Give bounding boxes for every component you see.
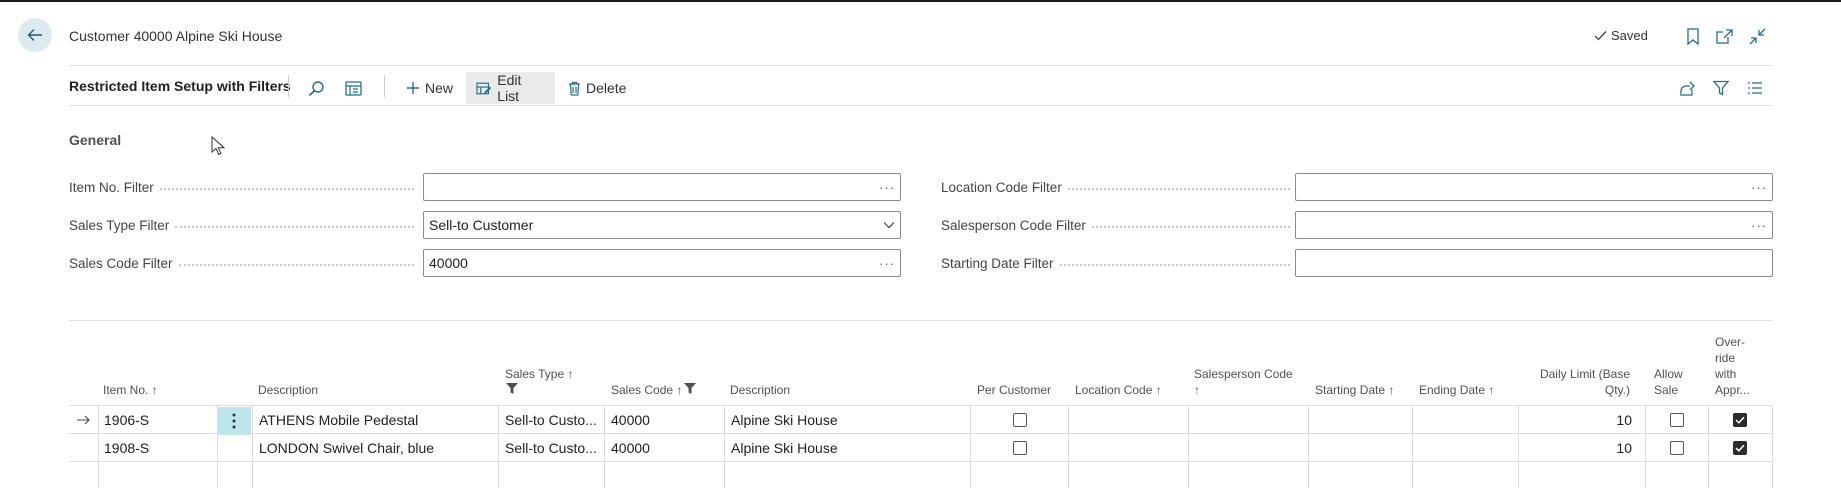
cell-sales-type[interactable]: Sell-to Custo... — [505, 434, 603, 462]
action-separator — [384, 75, 385, 97]
item-no-filter-label: Item No. Filter — [69, 178, 414, 196]
arrow-right-icon — [76, 415, 90, 424]
sales-code-filter-input[interactable]: 40000 ··· — [423, 249, 901, 277]
lookup-ellipsis-icon[interactable]: ··· — [1751, 218, 1767, 233]
lookup-ellipsis-icon[interactable]: ··· — [879, 256, 895, 271]
page-caption: Customer 40000 Alpine Ski House — [69, 28, 283, 44]
check-icon — [1735, 444, 1745, 452]
sales-type-filter-select[interactable]: Sell-to Customer — [423, 211, 901, 239]
check-icon — [1735, 416, 1745, 424]
action-separator — [288, 75, 289, 97]
cell-item-no[interactable]: 1906-S — [104, 406, 214, 434]
cell-description-2[interactable]: Alpine Ski House — [731, 434, 967, 462]
item-no-filter-input[interactable]: ··· — [423, 173, 901, 201]
header-divider — [69, 65, 1773, 66]
actionbar-divider — [69, 105, 1773, 106]
edit-list-icon — [476, 82, 492, 94]
column-filter-icon — [506, 383, 518, 394]
section-divider — [69, 320, 1773, 321]
filter-button[interactable] — [1709, 76, 1733, 100]
new-button-label: New — [425, 80, 454, 96]
delete-button-label: Delete — [586, 80, 627, 96]
collapse-icon — [1749, 28, 1765, 44]
check-icon — [1594, 31, 1607, 41]
share-icon — [1679, 81, 1695, 96]
delete-button[interactable]: Delete — [558, 72, 636, 104]
list-icon — [1748, 82, 1762, 94]
col-header-daily-limit[interactable]: Daily Limit (Base Qty.) — [1520, 366, 1630, 398]
list-options-button[interactable] — [1743, 76, 1767, 100]
lookup-ellipsis-icon[interactable]: ··· — [1751, 180, 1767, 195]
col-header-sales-type[interactable]: Sales Type ↑ — [505, 366, 573, 382]
back-button[interactable] — [18, 18, 52, 52]
cell-item-no[interactable]: 1908-S — [104, 434, 214, 462]
cell-sales-code[interactable]: 40000 — [611, 434, 721, 462]
starting-date-filter-label: Starting Date Filter — [941, 254, 1290, 272]
cell-sales-code[interactable]: 40000 — [611, 406, 721, 434]
trash-icon — [569, 81, 580, 96]
col-header-allow-sale[interactable]: Allow Sale — [1654, 366, 1683, 398]
bookmark-icon — [1687, 27, 1699, 45]
override-checkbox[interactable] — [1733, 441, 1747, 455]
lookup-ellipsis-icon[interactable]: ··· — [879, 180, 895, 195]
col-header-description-2[interactable]: Description — [730, 382, 790, 398]
edit-list-label: Edit List — [497, 72, 522, 104]
share-button[interactable] — [1675, 76, 1699, 100]
location-code-filter-label: Location Code Filter — [941, 178, 1290, 196]
cell-description[interactable]: ATHENS Mobile Pedestal — [259, 406, 495, 434]
table-row-new[interactable] — [69, 462, 1773, 488]
saved-status: Saved — [1594, 28, 1648, 43]
col-header-description[interactable]: Description — [258, 382, 318, 398]
mouse-cursor-icon — [211, 136, 225, 156]
section-title-general[interactable]: General — [69, 132, 121, 148]
override-checkbox[interactable] — [1733, 413, 1747, 427]
search-button[interactable] — [304, 76, 328, 100]
show-as-list-button[interactable] — [341, 76, 365, 100]
per-customer-checkbox[interactable] — [1013, 413, 1027, 427]
location-code-filter-input[interactable]: ··· — [1295, 173, 1773, 201]
col-header-sales-code[interactable]: Sales Code ↑ — [611, 382, 682, 398]
open-new-window-icon — [1715, 28, 1733, 44]
search-icon — [308, 80, 324, 96]
more-vertical-icon — [232, 413, 236, 429]
col-header-starting-date[interactable]: Starting Date ↑ — [1315, 382, 1394, 398]
chevron-down-icon — [883, 222, 895, 229]
sales-code-filter-label: Sales Code Filter — [69, 254, 414, 272]
new-button[interactable]: New — [396, 72, 463, 104]
bookmark-button[interactable] — [1683, 26, 1703, 46]
per-customer-checkbox[interactable] — [1013, 441, 1027, 455]
col-header-override[interactable]: Over- ride with Appr... — [1715, 334, 1750, 398]
salesperson-code-filter-input[interactable]: ··· — [1295, 211, 1773, 239]
cell-daily-limit[interactable]: 10 — [1520, 434, 1632, 462]
filter-icon — [1713, 80, 1729, 96]
back-arrow-icon — [27, 29, 42, 41]
cell-description[interactable]: LONDON Swivel Chair, blue — [259, 434, 495, 462]
sales-type-filter-label: Sales Type Filter — [69, 216, 414, 234]
current-row-indicator — [69, 406, 98, 433]
open-new-window-button[interactable] — [1714, 26, 1734, 46]
allow-sale-checkbox[interactable] — [1670, 441, 1684, 455]
collapse-button[interactable] — [1747, 26, 1767, 46]
saved-label: Saved — [1611, 28, 1648, 43]
plus-icon — [407, 82, 419, 94]
list-view-icon — [344, 80, 362, 96]
page-title: Restricted Item Setup with Filters — [69, 78, 291, 94]
col-header-ending-date[interactable]: Ending Date ↑ — [1419, 382, 1494, 398]
cell-daily-limit[interactable]: 10 — [1520, 406, 1632, 434]
salesperson-code-filter-label: Salesperson Code Filter — [941, 216, 1290, 234]
allow-sale-checkbox[interactable] — [1670, 413, 1684, 427]
col-header-location-code[interactable]: Location Code ↑ — [1075, 382, 1162, 398]
cell-sales-type[interactable]: Sell-to Custo... — [505, 406, 603, 434]
col-header-item-no[interactable]: Item No. ↑ — [103, 382, 158, 398]
starting-date-filter-input[interactable] — [1295, 249, 1773, 277]
col-header-salesperson-code[interactable]: Salesperson Code ↑ — [1194, 366, 1293, 398]
col-header-per-customer[interactable]: Per Customer — [977, 382, 1051, 398]
cell-description-2[interactable]: Alpine Ski House — [731, 406, 967, 434]
edit-list-button[interactable]: Edit List — [466, 72, 555, 104]
column-filter-icon — [684, 383, 696, 394]
row-actions-button[interactable] — [217, 407, 251, 435]
